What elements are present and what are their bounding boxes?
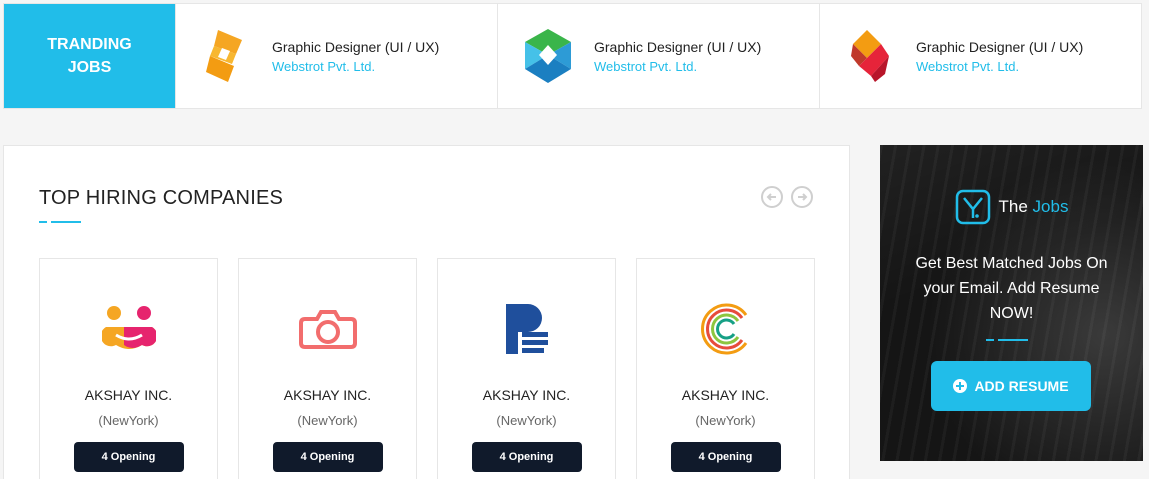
company-card[interactable]: AKSHAY INC. (NewYork) 4 Opening [636, 258, 815, 479]
openings-button[interactable]: 4 Opening [73, 442, 184, 472]
job-title[interactable]: Graphic Designer (UI / UX) [916, 39, 1083, 55]
add-resume-widget: The Jobs Get Best Matched Jobs On your E… [880, 145, 1143, 461]
plus-circle-icon [953, 379, 968, 393]
company-location: (NewYork) [695, 413, 756, 428]
company-card[interactable]: AKSHAY INC. (NewYork) 4 Opening [238, 258, 417, 479]
promo-underline [986, 339, 1028, 341]
letter-p-logo-icon [495, 297, 559, 361]
arrow-right-icon [798, 193, 808, 201]
company-carousel: AKSHAY INC. (NewYork) 4 Opening AKSHAY I… [39, 258, 816, 479]
carousel-nav [761, 186, 813, 208]
rainbow-c-logo-icon [694, 297, 758, 361]
company-location: (NewYork) [297, 413, 358, 428]
section-title: TOP HIRING COMPANIES [39, 187, 284, 209]
red-orange-fold-logo-icon [842, 26, 898, 86]
trending-job-item[interactable]: Graphic Designer (UI / UX) Webstrot Pvt.… [175, 4, 497, 108]
title-underline [39, 221, 81, 223]
brand-prefix: The [998, 197, 1028, 216]
openings-button[interactable]: 4 Opening [670, 442, 781, 472]
company-card[interactable]: AKSHAY INC. (NewYork) 4 Opening [39, 258, 218, 479]
smiley-face-logo-icon [97, 297, 161, 361]
carousel-next-button[interactable] [791, 186, 813, 208]
brand-highlight: Jobs [1032, 197, 1069, 216]
company-location: (NewYork) [496, 413, 557, 428]
add-resume-button[interactable]: ADD RESUME [931, 361, 1091, 411]
company-name: AKSHAY INC. [681, 387, 770, 403]
company-name: AKSHAY INC. [84, 387, 173, 403]
company-card[interactable]: AKSHAY INC. (NewYork) 4 Opening [437, 258, 616, 479]
company-name: AKSHAY INC. [283, 387, 372, 403]
job-company-link[interactable]: Webstrot Pvt. Ltd. [594, 59, 761, 74]
job-title[interactable]: Graphic Designer (UI / UX) [272, 39, 439, 55]
openings-button[interactable]: 4 Opening [272, 442, 383, 472]
add-resume-label: ADD RESUME [974, 378, 1069, 394]
job-title[interactable]: Graphic Designer (UI / UX) [594, 39, 761, 55]
orange-ribbon-logo-icon [198, 26, 254, 86]
trending-job-item[interactable]: Graphic Designer (UI / UX) Webstrot Pvt.… [497, 4, 819, 108]
green-blue-hexagon-logo-icon [520, 26, 576, 86]
trending-jobs-label: TRANDING JOBS [4, 4, 175, 108]
resume-promo-text: Get Best Matched Jobs On your Email. Add… [915, 255, 1108, 322]
job-company-link[interactable]: Webstrot Pvt. Ltd. [272, 59, 439, 74]
company-location: (NewYork) [98, 413, 159, 428]
carousel-prev-button[interactable] [761, 186, 783, 208]
the-jobs-logo-icon [955, 189, 990, 225]
brand-logo: The Jobs [880, 189, 1143, 225]
camera-logo-icon [296, 297, 360, 361]
openings-button[interactable]: 4 Opening [471, 442, 582, 472]
top-hiring-companies-panel: TOP HIRING COMPANIES AKSHAY INC. (NewYor… [3, 145, 850, 479]
arrow-left-icon [766, 193, 776, 201]
company-name: AKSHAY INC. [482, 387, 571, 403]
trending-jobs-bar: TRANDING JOBS Graphic Designer (UI / UX)… [3, 3, 1142, 109]
job-company-link[interactable]: Webstrot Pvt. Ltd. [916, 59, 1083, 74]
trending-job-item[interactable]: Graphic Designer (UI / UX) Webstrot Pvt.… [819, 4, 1141, 108]
